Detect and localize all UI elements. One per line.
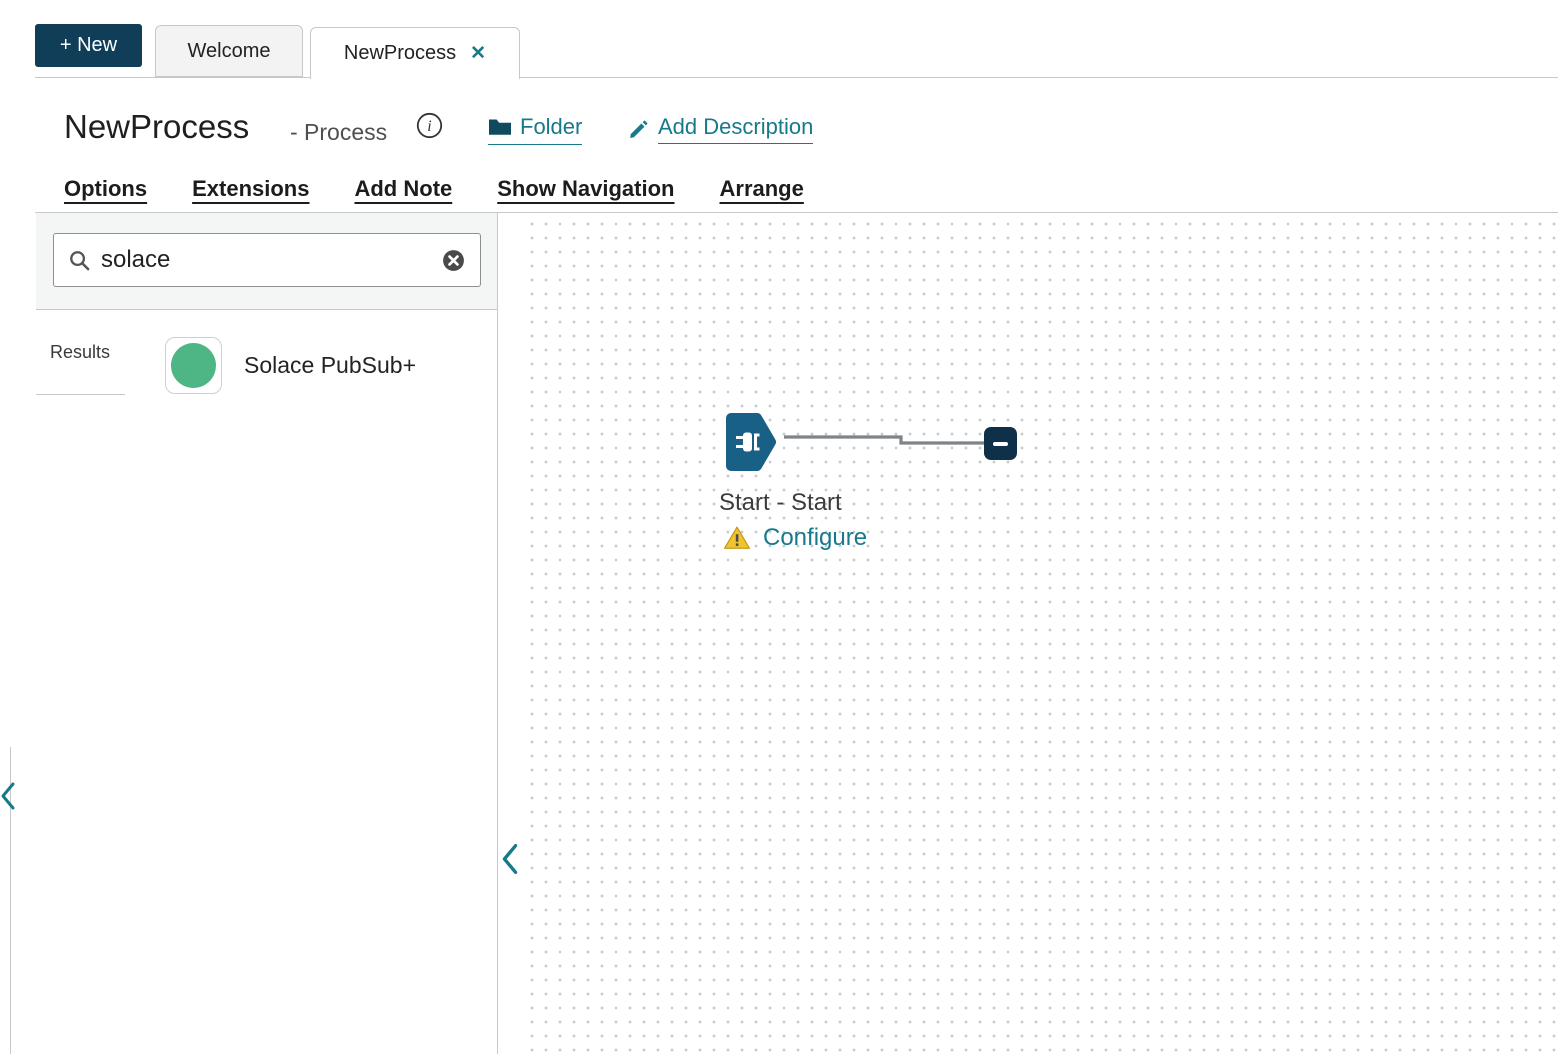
svg-text:i: i — [427, 118, 431, 135]
tab-welcome-label: Welcome — [188, 40, 271, 63]
tab-newprocess-label: NewProcess — [344, 42, 456, 65]
collapse-left-panel-icon[interactable] — [0, 779, 18, 813]
shape-search-section — [36, 213, 497, 310]
process-builder-app: + New Welcome NewProcess ✕ NewProcess - … — [0, 0, 1558, 1054]
folder-link-label: Folder — [520, 114, 582, 140]
result-item-label: Solace PubSub+ — [244, 352, 416, 379]
start-node-label: Start - Start — [719, 489, 842, 517]
connector-icon-box — [165, 337, 222, 394]
pencil-icon — [628, 118, 650, 140]
results-tab[interactable]: Results — [36, 311, 125, 395]
connection-endpoint[interactable] — [984, 427, 1017, 460]
connector-line[interactable] — [783, 430, 993, 452]
results-tab-label: Results — [50, 342, 110, 363]
tab-welcome[interactable]: Welcome — [155, 25, 303, 77]
minus-icon — [993, 442, 1008, 446]
add-description-label: Add Description — [658, 114, 813, 144]
result-item-solace-pubsub[interactable]: Solace PubSub+ — [165, 337, 416, 394]
info-icon[interactable]: i — [416, 112, 443, 139]
tab-newprocess[interactable]: NewProcess ✕ — [310, 27, 520, 79]
menu-item-arrange[interactable]: Arrange — [720, 176, 804, 202]
page-title: NewProcess — [64, 108, 249, 146]
warning-icon — [723, 525, 751, 551]
collapse-palette-icon[interactable] — [500, 842, 522, 878]
new-button[interactable]: + New — [35, 24, 142, 67]
search-icon — [68, 249, 91, 272]
tab-close-icon[interactable]: ✕ — [470, 44, 486, 63]
menu-item-show-navigation[interactable]: Show Navigation — [497, 176, 674, 202]
menu-item-options[interactable]: Options — [64, 176, 147, 202]
search-input[interactable] — [101, 246, 431, 274]
menu-item-add-note[interactable]: Add Note — [354, 176, 452, 202]
folder-link[interactable]: Folder — [488, 114, 582, 145]
menu-bar: Options Extensions Add Note Show Navigat… — [64, 176, 804, 202]
search-box[interactable] — [53, 233, 481, 287]
menu-item-extensions[interactable]: Extensions — [192, 176, 309, 202]
configure-row: Configure — [723, 524, 867, 552]
add-description-link[interactable]: Add Description — [628, 114, 813, 148]
solace-connector-icon — [171, 343, 216, 388]
folder-icon — [488, 117, 512, 137]
clear-search-icon[interactable] — [441, 248, 466, 273]
content-top-border — [35, 77, 1558, 78]
start-node-shape[interactable] — [714, 406, 786, 478]
canvas-grid — [520, 213, 1558, 1054]
configure-link[interactable]: Configure — [763, 524, 867, 552]
process-canvas[interactable]: Start - Start Configure — [498, 213, 1558, 1054]
page-type-label: - Process — [290, 119, 387, 146]
